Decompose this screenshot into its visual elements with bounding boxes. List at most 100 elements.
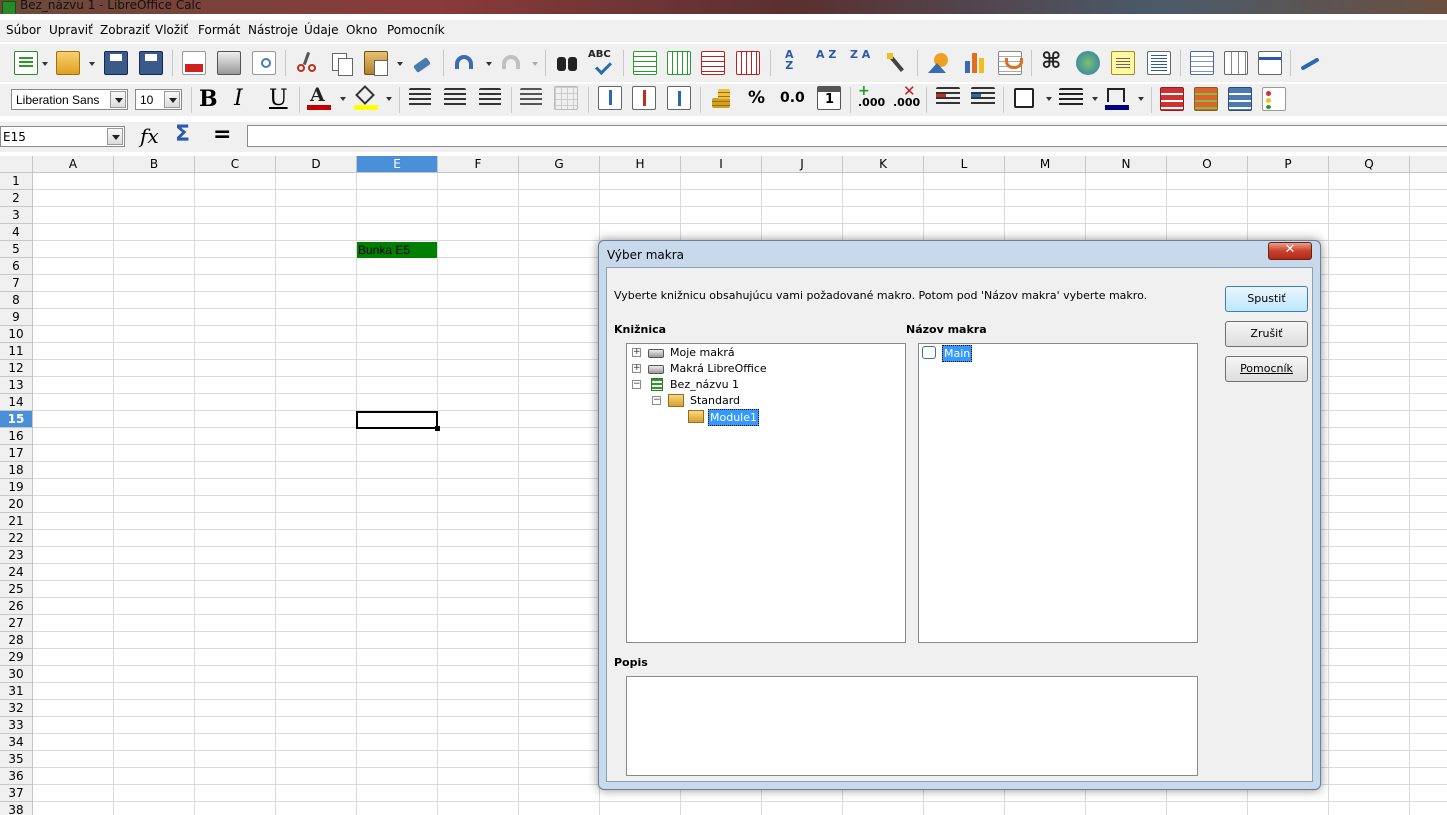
add-decimal-icon[interactable]: + .000 <box>858 83 885 110</box>
column-header-c[interactable]: C <box>195 156 276 173</box>
select-all-corner[interactable] <box>0 156 33 173</box>
row-header-12[interactable]: 12 <box>0 360 33 377</box>
row-header-1[interactable]: 1 <box>0 173 33 190</box>
column-header-o[interactable]: O <box>1167 156 1248 173</box>
row-header-9[interactable]: 9 <box>0 309 33 326</box>
align-right-icon[interactable] <box>479 88 501 106</box>
save-as-icon[interactable] <box>139 51 163 75</box>
conditional-format-icon[interactable] <box>1160 87 1184 111</box>
function-wizard-icon[interactable]: fx <box>140 124 159 148</box>
chevron-down-icon[interactable] <box>532 62 538 66</box>
open-icon[interactable] <box>56 51 80 75</box>
cell-e5[interactable]: Bunka E5 <box>357 242 437 258</box>
borders-icon[interactable] <box>1014 88 1034 108</box>
row-header-25[interactable]: 25 <box>0 581 33 598</box>
align-top-icon[interactable] <box>598 86 622 110</box>
column-header-d[interactable]: D <box>276 156 357 173</box>
menu-help[interactable]: Pomocník <box>387 23 445 37</box>
column-header-k[interactable]: K <box>843 156 924 173</box>
menu-file[interactable]: Súbor <box>6 23 41 37</box>
column-header-p[interactable]: P <box>1248 156 1329 173</box>
icon-set-icon[interactable] <box>1262 87 1286 111</box>
define-print-area-icon[interactable] <box>1190 51 1214 75</box>
menu-insert[interactable]: Vložiť <box>155 23 188 37</box>
collapse-icon[interactable]: − <box>632 380 641 389</box>
insert-rows-icon[interactable] <box>633 51 657 75</box>
chevron-down-icon[interactable] <box>164 91 180 108</box>
menu-tools[interactable]: Nástroje <box>248 23 298 37</box>
redo-icon[interactable] <box>499 51 523 75</box>
split-window-icon[interactable] <box>1258 51 1282 75</box>
menu-edit[interactable]: Upraviť <box>49 23 93 37</box>
italic-button[interactable]: I <box>234 86 243 111</box>
header-footer-icon[interactable] <box>1147 51 1171 75</box>
expand-icon[interactable]: + <box>632 364 641 373</box>
delete-rows-icon[interactable] <box>701 51 725 75</box>
chevron-down-icon[interactable] <box>110 91 126 108</box>
chevron-down-icon[interactable] <box>386 97 392 101</box>
wrap-text-icon[interactable] <box>520 88 542 106</box>
chevron-down-icon[interactable] <box>107 128 123 145</box>
row-header-6[interactable]: 6 <box>0 258 33 275</box>
decrease-indent-icon[interactable] <box>971 87 995 107</box>
percent-button[interactable]: % <box>748 88 765 108</box>
chevron-down-icon[interactable] <box>340 97 346 101</box>
autofilter-icon[interactable] <box>884 51 908 75</box>
paste-icon[interactable] <box>364 51 388 76</box>
chevron-down-icon[interactable] <box>1138 97 1144 101</box>
chevron-down-icon[interactable] <box>89 62 95 66</box>
border-color-icon[interactable] <box>1105 86 1129 110</box>
date-icon[interactable]: 1 <box>817 86 841 110</box>
collapse-icon[interactable]: − <box>652 396 661 405</box>
center-vertically-icon[interactable] <box>632 86 656 110</box>
spellcheck-icon[interactable]: ABC <box>588 49 612 75</box>
cell-cursor-e15[interactable] <box>356 411 440 431</box>
dialog-close-button[interactable]: ✕ <box>1268 242 1312 260</box>
color-scale-icon[interactable] <box>1194 87 1218 111</box>
column-header-i[interactable]: I <box>681 156 762 173</box>
row-header-15[interactable]: 15 <box>0 411 33 428</box>
chart-icon[interactable] <box>963 51 987 75</box>
data-bar-icon[interactable] <box>1228 87 1252 111</box>
column-header-f[interactable]: F <box>438 156 519 173</box>
border-style-icon[interactable] <box>1059 88 1083 106</box>
row-header-30[interactable]: 30 <box>0 666 33 683</box>
cut-icon[interactable] <box>295 51 319 75</box>
function-icon[interactable]: = <box>213 122 231 147</box>
row-header-19[interactable]: 19 <box>0 479 33 496</box>
align-center-icon[interactable] <box>444 88 466 106</box>
cancel-button[interactable]: Zrušiť <box>1225 321 1308 347</box>
row-header-20[interactable]: 20 <box>0 496 33 513</box>
font-size-combobox[interactable]: 10 <box>135 89 182 110</box>
menu-data[interactable]: Údaje <box>304 23 338 37</box>
macro-name-list[interactable]: Main <box>918 343 1198 643</box>
sum-icon[interactable]: Σ <box>175 122 190 147</box>
column-header-b[interactable]: B <box>114 156 195 173</box>
delete-decimal-icon[interactable]: ✕ .000 <box>893 82 920 110</box>
align-left-icon[interactable] <box>409 88 431 106</box>
row-header-34[interactable]: 34 <box>0 734 33 751</box>
column-header-q[interactable]: Q <box>1329 156 1410 173</box>
library-tree[interactable]: + Moje makrá + Makrá LibreOffice − Bez_n… <box>626 343 906 643</box>
column-header-g[interactable]: G <box>519 156 600 173</box>
align-bottom-icon[interactable] <box>667 86 691 110</box>
row-header-23[interactable]: 23 <box>0 547 33 564</box>
chevron-down-icon[interactable] <box>1046 97 1052 101</box>
show-draw-functions-icon[interactable] <box>1298 51 1322 75</box>
column-header-a[interactable]: A <box>33 156 114 173</box>
print-icon[interactable] <box>217 51 241 75</box>
font-color-icon[interactable]: A <box>307 84 331 110</box>
insert-columns-icon[interactable] <box>667 51 691 75</box>
row-header-22[interactable]: 22 <box>0 530 33 547</box>
row-header-17[interactable]: 17 <box>0 445 33 462</box>
column-header-n[interactable]: N <box>1086 156 1167 173</box>
row-header-35[interactable]: 35 <box>0 751 33 768</box>
row-header-13[interactable]: 13 <box>0 377 33 394</box>
chevron-down-icon[interactable] <box>1092 97 1098 101</box>
underline-button[interactable]: U <box>269 86 288 111</box>
sort-ascending-icon[interactable]: A Z <box>814 49 838 73</box>
row-header-38[interactable]: 38 <box>0 802 33 815</box>
highlight-color-icon[interactable] <box>354 85 378 110</box>
save-icon[interactable] <box>104 51 128 75</box>
row-header-18[interactable]: 18 <box>0 462 33 479</box>
